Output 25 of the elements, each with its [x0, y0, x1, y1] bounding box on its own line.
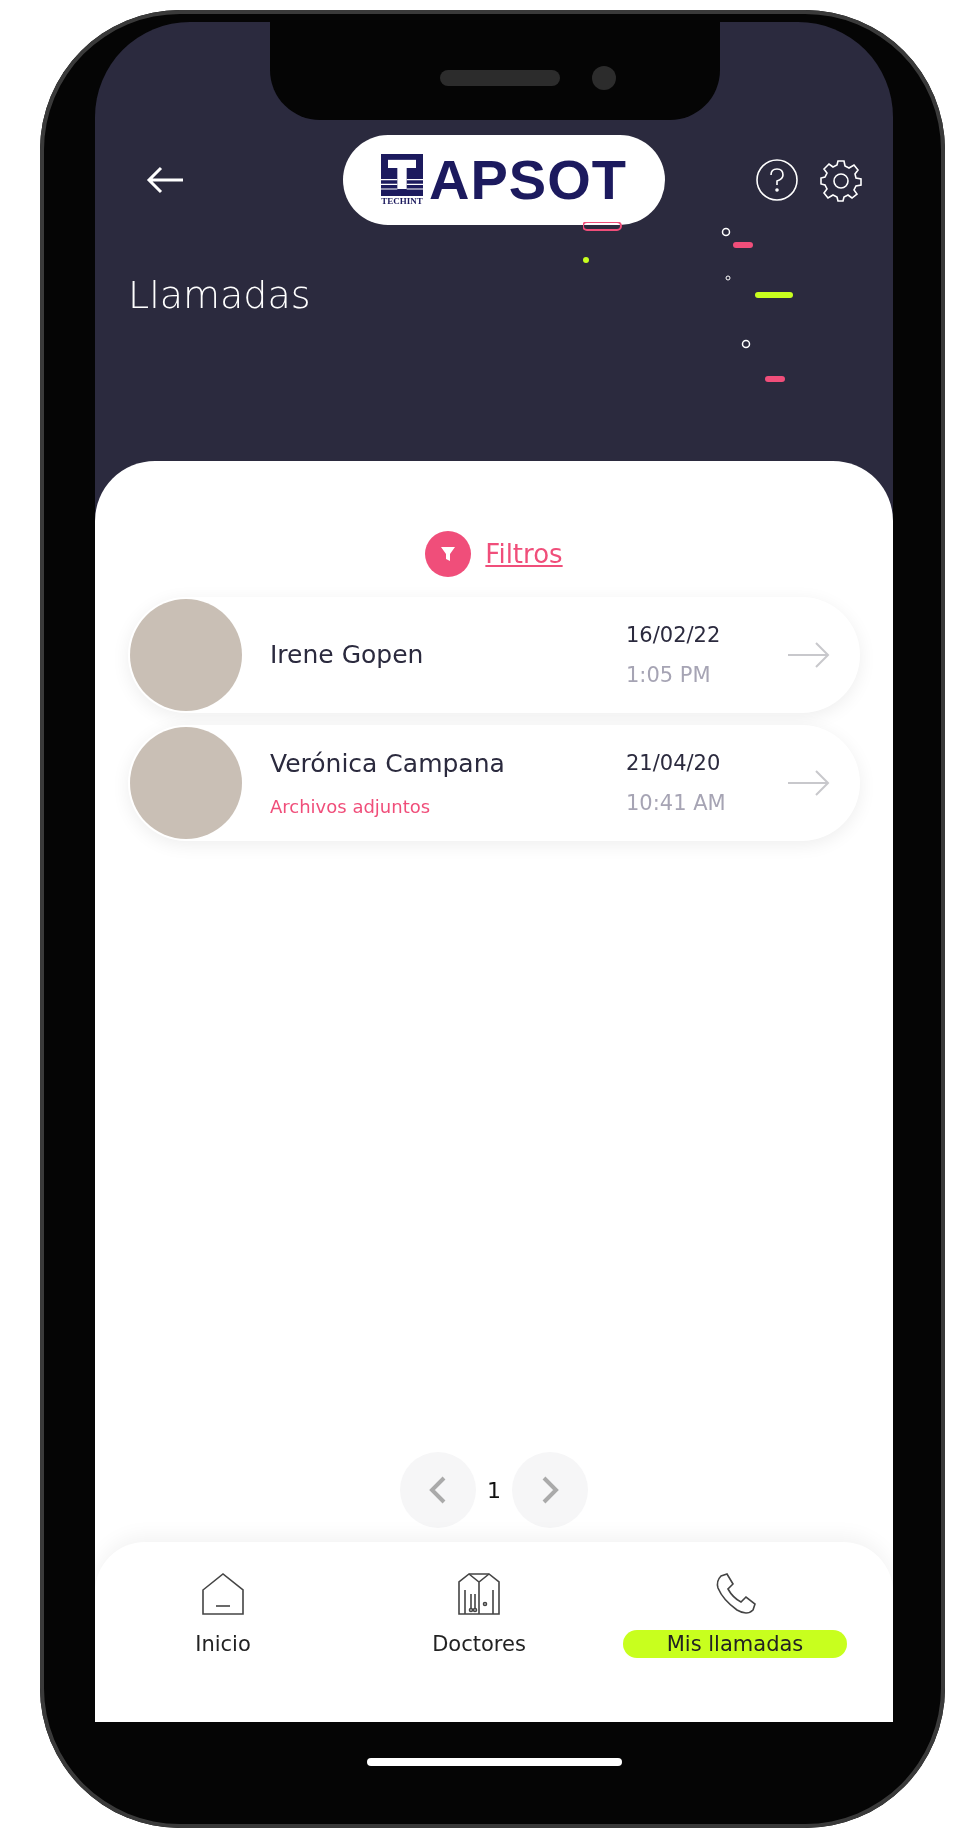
- logo-subtext: TECHINT: [381, 196, 423, 206]
- contact-name: Verónica Campana: [270, 748, 506, 778]
- page-title: Llamadas: [128, 273, 312, 319]
- coat-icon: [455, 1570, 503, 1618]
- attachments-label: Archivos adjuntos: [270, 795, 432, 817]
- page-number: 1: [486, 1477, 502, 1503]
- call-card[interactable]: Verónica Campana Archivos adjuntos 21/04/20 10:41 AM: [128, 724, 860, 841]
- logo-text: APSOT: [429, 152, 627, 208]
- call-card[interactable]: Irene Gopen 16/02/22 1:05 PM: [128, 596, 860, 713]
- help-icon[interactable]: [755, 158, 799, 202]
- call-time: 10:41 AM: [626, 790, 727, 815]
- nav-tab[interactable]: Inicio: [151, 1630, 295, 1658]
- contact-name: Irene Gopen: [270, 640, 425, 670]
- chevron-left-icon: [428, 1475, 448, 1505]
- settings-icon[interactable]: [819, 158, 863, 202]
- call-date: 21/04/20: [626, 750, 722, 775]
- call-time: 1:05 PM: [626, 662, 712, 687]
- logo-mark-icon: [381, 154, 424, 196]
- nav-tab[interactable]: Doctores: [388, 1630, 570, 1658]
- nav-tab[interactable]: Mis llamadas: [622, 1630, 848, 1658]
- back-arrow-icon[interactable]: [145, 165, 185, 195]
- filter-icon[interactable]: [425, 530, 472, 577]
- chevron-right-icon: [540, 1475, 560, 1505]
- call-date: 16/02/22: [626, 622, 722, 647]
- home-icon: [199, 1570, 247, 1618]
